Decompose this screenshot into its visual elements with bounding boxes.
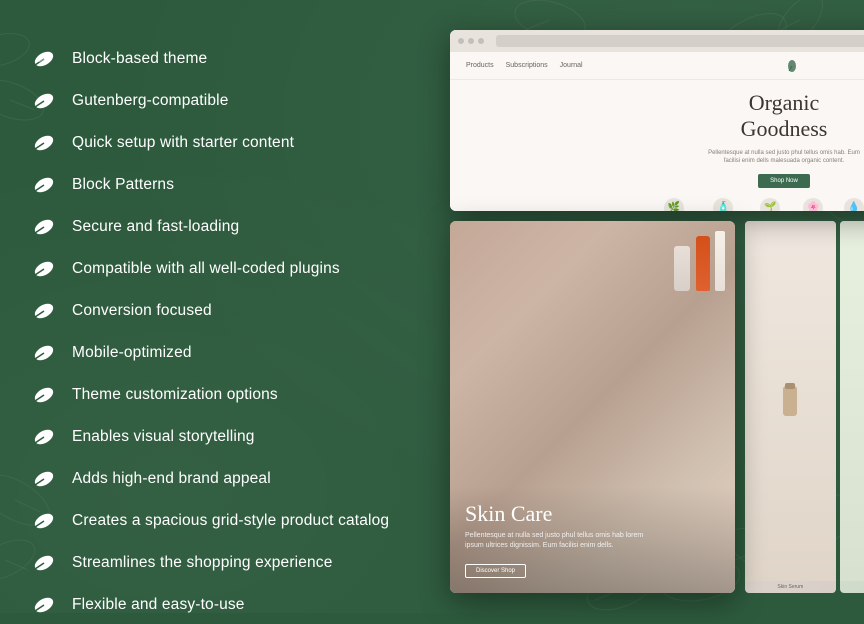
feature-item-block-patterns: Block Patterns [30,166,430,204]
hero-icon-cruelty: 🧴 Cruelty Free [710,198,738,212]
main-hero-section: Organic Goodness Pellentesque at nulla s… [648,80,864,211]
feature-item-customization: Theme customization options [30,376,430,414]
browser-dot-green [478,38,484,44]
feature-text-grid: Creates a spacious grid-style product ca… [72,511,389,531]
skin-care-title: Skin Care [465,501,720,527]
feature-text-brand: Adds high-end brand appeal [72,469,271,489]
screenshots-bottom: Skin Care Pellentesque at nulla sed just… [450,221,864,593]
cruelty-icon: 🧴 [713,198,733,212]
browser-bar-main: Theme Patterns My Account 🛒 [450,30,864,52]
product-bottle-orange [696,236,710,291]
content-wrapper: Block-based theme Gutenberg-compatible Q… [0,0,864,613]
hero-subtitle: Pellentesque at nulla sed justo phul tel… [704,149,864,166]
nav-bar-main: Products Subscriptions Journal Theme Pat… [450,52,864,80]
leaf-icon-conversion [30,297,58,325]
screenshot-skin-care: Skin Care Pellentesque at nulla sed just… [450,221,735,593]
product-bottle-cream [674,246,690,291]
feature-text-mobile: Mobile-optimized [72,343,192,363]
leaf-icon-customization [30,381,58,409]
product-label-2: Face Cream [840,581,864,593]
nav-link-journal: Journal [560,62,583,69]
feature-text-shopping: Streamlines the shopping experience [72,553,332,573]
feature-text-customization: Theme customization options [72,385,278,405]
leaf-icon-secure [30,213,58,241]
hydrating-icon: 💧 [844,198,864,212]
feature-item-flexible: Flexible and easy-to-use [30,586,430,624]
feature-text-conversion: Conversion focused [72,301,212,321]
feature-item-quick-setup: Quick setup with starter content [30,124,430,162]
products-grid-row: Skin Serum Face Cream Body Lotion [745,221,864,593]
leaf-icon-block-patterns [30,171,58,199]
feature-item-secure: Secure and fast-loading [30,208,430,246]
hero-icon-hydrating: 💧 Hydrating [843,198,864,212]
hero-title: Organic Goodness [741,90,828,143]
browser-dot-yellow [468,38,474,44]
feature-text-secure: Secure and fast-loading [72,217,239,237]
hero-icon-sustainable: 🌱 Sustainable [757,198,783,212]
product-cell-1: Skin Serum [745,221,836,593]
leaf-icon-flexible [30,591,58,619]
leaf-icon-block-based [30,45,58,73]
brand-logo [786,59,798,73]
feature-text-storytelling: Enables visual storytelling [72,427,255,447]
leaf-icon-compatible [30,255,58,283]
hero-shop-button[interactable]: Shop Now [758,174,810,188]
feature-item-shopping: Streamlines the shopping experience [30,544,430,582]
skin-care-overlay: Skin Care Pellentesque at nulla sed just… [450,486,735,593]
feature-text-block-based: Block-based theme [72,49,207,69]
skin-care-discover-button[interactable]: Discover Shop [465,564,526,578]
hero-icon-natural: 🌸 Natural [803,198,823,212]
nav-links: Products Subscriptions Journal [466,62,583,69]
product-grid-column: Skin Serum Face Cream Body Lotion [745,221,864,593]
screenshots-area: Theme Patterns My Account 🛒 Products Sub… [450,30,864,593]
leaf-icon-gutenberg [30,87,58,115]
feature-item-mobile: Mobile-optimized [30,334,430,372]
skin-care-background: Skin Care Pellentesque at nulla sed just… [450,221,735,593]
leaf-icon-grid [30,507,58,535]
main-screenshot-inner: Theme Patterns My Account 🛒 Products Sub… [450,30,864,211]
feature-text-flexible: Flexible and easy-to-use [72,595,245,615]
feature-text-gutenberg: Gutenberg-compatible [72,91,228,111]
product-cell-1-img [745,221,836,581]
feature-item-gutenberg: Gutenberg-compatible [30,82,430,120]
feature-item-block-based: Block-based theme [30,40,430,78]
skin-care-description: Pellentesque at nulla sed justo phul tel… [465,531,645,551]
product-cell-2-img [840,221,864,581]
feature-item-compatible: Compatible with all well-coded plugins [30,250,430,288]
feature-text-compatible: Compatible with all well-coded plugins [72,259,340,279]
leaf-icon-brand [30,465,58,493]
feature-item-storytelling: Enables visual storytelling [30,418,430,456]
feature-item-brand: Adds high-end brand appeal [30,460,430,498]
features-list: Block-based theme Gutenberg-compatible Q… [30,30,430,593]
nav-link-products: Products [466,62,494,69]
product-label-1: Skin Serum [745,581,836,593]
feature-text-block-patterns: Block Patterns [72,175,174,195]
product-cell-2: Face Cream [840,221,864,593]
leaf-icon-quick-setup [30,129,58,157]
feature-text-quick-setup: Quick setup with starter content [72,133,294,153]
hero-icon-organic: 🌿 100% Organic [658,198,690,212]
organic-icon: 🌿 [664,198,684,212]
natural-icon: 🌸 [803,198,823,212]
screenshot-main: Theme Patterns My Account 🛒 Products Sub… [450,30,864,211]
browser-dot-red [458,38,464,44]
product-bottle-white [715,231,725,291]
hero-icons-row: 🌿 100% Organic 🧴 Cruelty Free 🌱 Sustaina… [658,198,864,212]
leaf-icon-shopping [30,549,58,577]
browser-url-bar [496,35,864,47]
feature-item-grid: Creates a spacious grid-style product ca… [30,502,430,540]
sustainable-icon: 🌱 [760,198,780,212]
feature-item-conversion: Conversion focused [30,292,430,330]
nav-link-subscriptions: Subscriptions [506,62,548,69]
leaf-icon-mobile [30,339,58,367]
leaf-icon-storytelling [30,423,58,451]
